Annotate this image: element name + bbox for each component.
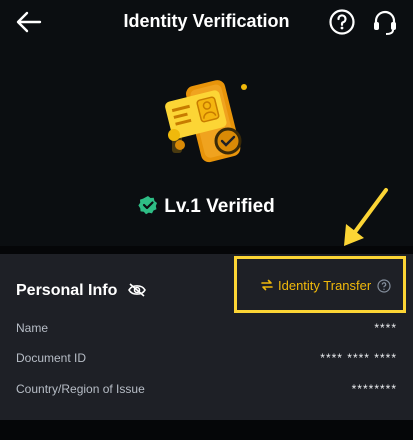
identity-illustration bbox=[165, 80, 247, 163]
annotation-arrow-icon bbox=[344, 188, 388, 246]
document-id-label: Document ID bbox=[16, 351, 87, 365]
eye-off-icon[interactable] bbox=[128, 283, 146, 297]
country-region-value: ******** bbox=[351, 382, 397, 396]
verified-badge-icon bbox=[138, 196, 158, 215]
bottom-divider bbox=[0, 420, 413, 440]
name-label: Name bbox=[16, 321, 49, 335]
country-region-label: Country/Region of Issue bbox=[16, 382, 145, 396]
personal-info-title: Personal Info bbox=[16, 282, 118, 299]
annotation-highlight-box bbox=[234, 256, 406, 313]
name-value: **** bbox=[374, 321, 397, 335]
verification-level-text: Lv.1 Verified bbox=[164, 196, 275, 217]
help-circle-icon[interactable] bbox=[328, 8, 356, 36]
headset-icon[interactable] bbox=[371, 8, 399, 36]
top-bar: Identity Verification bbox=[0, 0, 413, 44]
document-id-value: **** **** **** bbox=[320, 351, 397, 365]
